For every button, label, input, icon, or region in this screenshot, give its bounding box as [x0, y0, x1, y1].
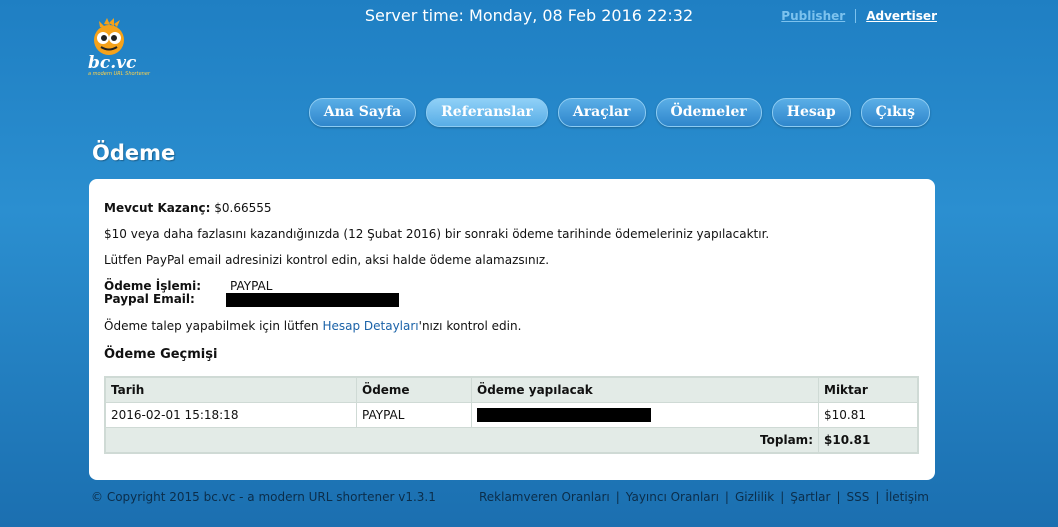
nav-hesap[interactable]: Hesap [771, 98, 851, 127]
row-recipient [471, 402, 819, 428]
col-method: Ödeme [356, 376, 472, 403]
footer-link-publisher-rates[interactable]: Yayıncı Oranları [626, 490, 719, 504]
footer-link-faq[interactable]: SSS [847, 490, 870, 504]
payment-history-table: Tarih Ödeme Ödeme yapılacak Miktar 2016-… [104, 376, 919, 454]
history-title: Ödeme Geçmişi [104, 347, 218, 362]
method-label: Ödeme İşlemi: [104, 279, 202, 293]
footer-link-terms[interactable]: Şartlar [790, 490, 830, 504]
top-links: Publisher Advertiser [781, 9, 937, 23]
advertiser-link[interactable]: Advertiser [866, 9, 937, 23]
redacted-recipient [477, 408, 651, 423]
publisher-link[interactable]: Publisher [781, 9, 857, 23]
footer-link-advertiser-rates[interactable]: Reklamveren Oranları [479, 490, 610, 504]
nav-araclar[interactable]: Araçlar [557, 98, 646, 127]
paypal-email-row: Paypal Email: [104, 292, 399, 307]
footer-link-privacy[interactable]: Gizlilik [735, 490, 774, 504]
payment-panel: Mevcut Kazanç: $0.66555 $10 veya daha fa… [89, 179, 935, 480]
row-amount: $10.81 [818, 402, 919, 428]
footer-links: Reklamveren Oranları | Yayıncı Oranları | Gi… [478, 490, 929, 504]
main-nav: Ana Sayfa Referanslar Araçlar Ödemeler H… [308, 98, 930, 127]
request-line: Ödeme talep yapabilmek için lütfen Hesap… [104, 319, 521, 333]
col-recipient: Ödeme yapılacak [471, 376, 819, 403]
current-earning: Mevcut Kazanç: $0.66555 [104, 201, 272, 215]
info-line-1: $10 veya daha fazlasını kazandığınızda (… [104, 227, 770, 241]
col-date: Tarih [104, 376, 357, 403]
row-date: 2016-02-01 15:18:18 [104, 402, 357, 428]
earning-value: $0.66555 [214, 201, 272, 215]
info-line-2: Lütfen PayPal email adresinizi kontrol e… [104, 253, 550, 267]
nav-referanslar[interactable]: Referanslar [426, 98, 548, 127]
request-suffix: 'nızı kontrol edin. [418, 319, 522, 333]
logo-tagline: a modern URL Shortener [88, 71, 150, 77]
total-label: Toplam: [104, 427, 819, 454]
nav-ana-sayfa[interactable]: Ana Sayfa [308, 98, 417, 127]
total-value: $10.81 [818, 427, 919, 454]
footer-link-contact[interactable]: İletişim [885, 490, 929, 504]
row-method: PAYPAL [356, 402, 472, 428]
account-details-link[interactable]: Hesap Detayları [322, 319, 418, 333]
redacted-email [226, 292, 399, 307]
nav-odemeler[interactable]: Ödemeler [655, 98, 762, 127]
earning-label: Mevcut Kazanç: [104, 201, 211, 215]
method-value: PAYPAL [230, 279, 273, 293]
table-header-row: Tarih Ödeme Ödeme yapılacak Miktar [104, 376, 919, 403]
page-title: Ödeme [92, 141, 176, 165]
nav-cikis[interactable]: Çıkış [860, 98, 930, 127]
request-prefix: Ödeme talep yapabilmek için lütfen [104, 319, 323, 333]
total-row: Toplam: $10.81 [104, 427, 919, 454]
logo-text: bc.vc [88, 53, 137, 73]
email-label: Paypal Email: [104, 292, 195, 306]
col-amount: Miktar [818, 376, 919, 403]
payment-method-row: Ödeme İşlemi: PAYPAL [104, 279, 272, 293]
table-row: 2016-02-01 15:18:18 PAYPAL $10.81 [104, 402, 919, 428]
copyright: © Copyright 2015 bc.vc - a modern URL sh… [91, 490, 436, 504]
